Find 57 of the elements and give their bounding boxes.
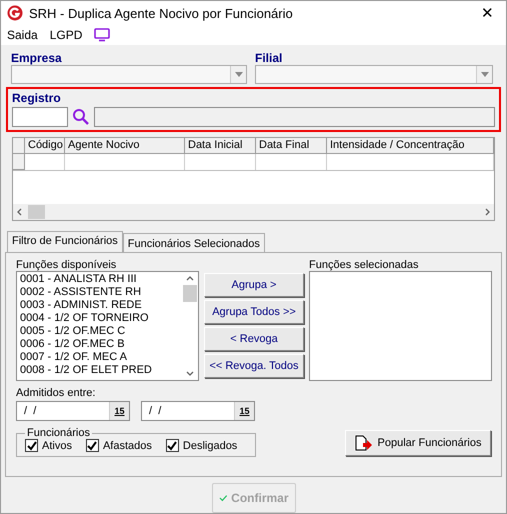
list-item[interactable]: 0004 - 1/2 OF TORNEIRO [20, 312, 179, 325]
calendar-button[interactable]: 15 [109, 402, 129, 420]
available-functions-list[interactable]: 0001 - ANALISTA RH III 0002 - ASSISTENTE RH 0003 - ADMINIST. REDE 0004 - 1/2 OF TORNEIRO 0005 - 1/2 OF.MEC C 0006 - 1/2 OF.MEC B 0007 - 1/2 OF. MEC A 0008 - 1/2 OF ELET PRED [16, 271, 199, 381]
list-item[interactable]: 0003 - ADMINIST. REDE [20, 299, 179, 312]
group-label: Funcionários [26, 427, 91, 439]
field-label: Registro [12, 91, 62, 105]
move-button[interactable]: Agrupa Todos >> [204, 300, 304, 324]
column-header[interactable]: Agente Nocivo [65, 138, 185, 154]
tab[interactable]: Filtro de Funcionários [7, 231, 123, 253]
scroll-up-icon[interactable] [186, 275, 194, 283]
list-item[interactable]: 0002 - ASSISTENTE RH [20, 286, 179, 299]
list-item[interactable]: 0001 - ANALISTA RH III [20, 273, 179, 286]
menu-item[interactable]: LGPD [50, 28, 82, 42]
move-button[interactable]: Agrupa > [204, 273, 304, 297]
field-label: Admitidos entre: [16, 387, 96, 399]
date-field[interactable]: / / 15 [16, 401, 130, 421]
dropdown-arrow-icon [234, 72, 242, 77]
scroll-thumb[interactable] [183, 285, 197, 302]
scroll-thumb[interactable] [28, 205, 45, 219]
scroll-left-icon[interactable] [16, 208, 24, 216]
selected-functions-list[interactable] [309, 271, 492, 381]
menu-item[interactable]: Saida [7, 28, 38, 42]
scroll-right-icon[interactable] [483, 208, 491, 216]
field-label: Filial [255, 51, 284, 65]
calendar-button[interactable]: 15 [234, 402, 254, 420]
list-item[interactable]: 0007 - 1/2 OF. MEC A [20, 351, 179, 364]
checkbox[interactable] [166, 439, 179, 452]
column-header[interactable]: Data Inicial [185, 138, 256, 154]
list-label: Funções disponíveis [16, 259, 118, 271]
move-button[interactable]: << Revoga. Todos [204, 354, 304, 378]
checkbox-label: Desligados [182, 440, 238, 452]
app-logo-icon [7, 5, 23, 21]
field-label: Empresa [11, 51, 63, 65]
checkbox[interactable] [25, 439, 38, 452]
list-item[interactable]: 0008 - 1/2 OF ELET PRED [20, 364, 179, 377]
close-button[interactable]: ✕ [475, 4, 500, 22]
monitor-icon[interactable] [94, 28, 110, 42]
checkbox[interactable] [86, 439, 99, 452]
window-title: SRH - Duplica Agente Nocivo por Funcionário [29, 6, 294, 20]
checkbox-label: Ativos [42, 440, 72, 452]
registration-field[interactable] [12, 107, 68, 127]
document-arrow-icon [354, 435, 373, 451]
list-label: Funções selecionadas [309, 259, 420, 271]
populate-button[interactable]: Popular Funcionários [345, 430, 491, 456]
horizontal-scrollbar[interactable] [13, 204, 494, 220]
column-header[interactable]: Data Final [256, 138, 327, 154]
column-header[interactable]: Intensidade / Concentração [327, 138, 494, 154]
checkbox-label: Afastados [102, 440, 152, 452]
list-item[interactable]: 0005 - 1/2 OF.MEC C [20, 325, 179, 338]
scroll-down-icon[interactable] [186, 369, 194, 377]
move-button[interactable]: < Revoga [204, 327, 304, 351]
tab[interactable]: Funcionários Selecionados [122, 233, 265, 253]
date-field[interactable]: / / 15 [141, 401, 255, 421]
column-header[interactable]: Código [25, 138, 65, 154]
dropdown-arrow-icon [480, 72, 488, 77]
list-item[interactable]: 0006 - 1/2 OF.MEC B [20, 338, 179, 351]
search-icon[interactable] [72, 108, 90, 126]
